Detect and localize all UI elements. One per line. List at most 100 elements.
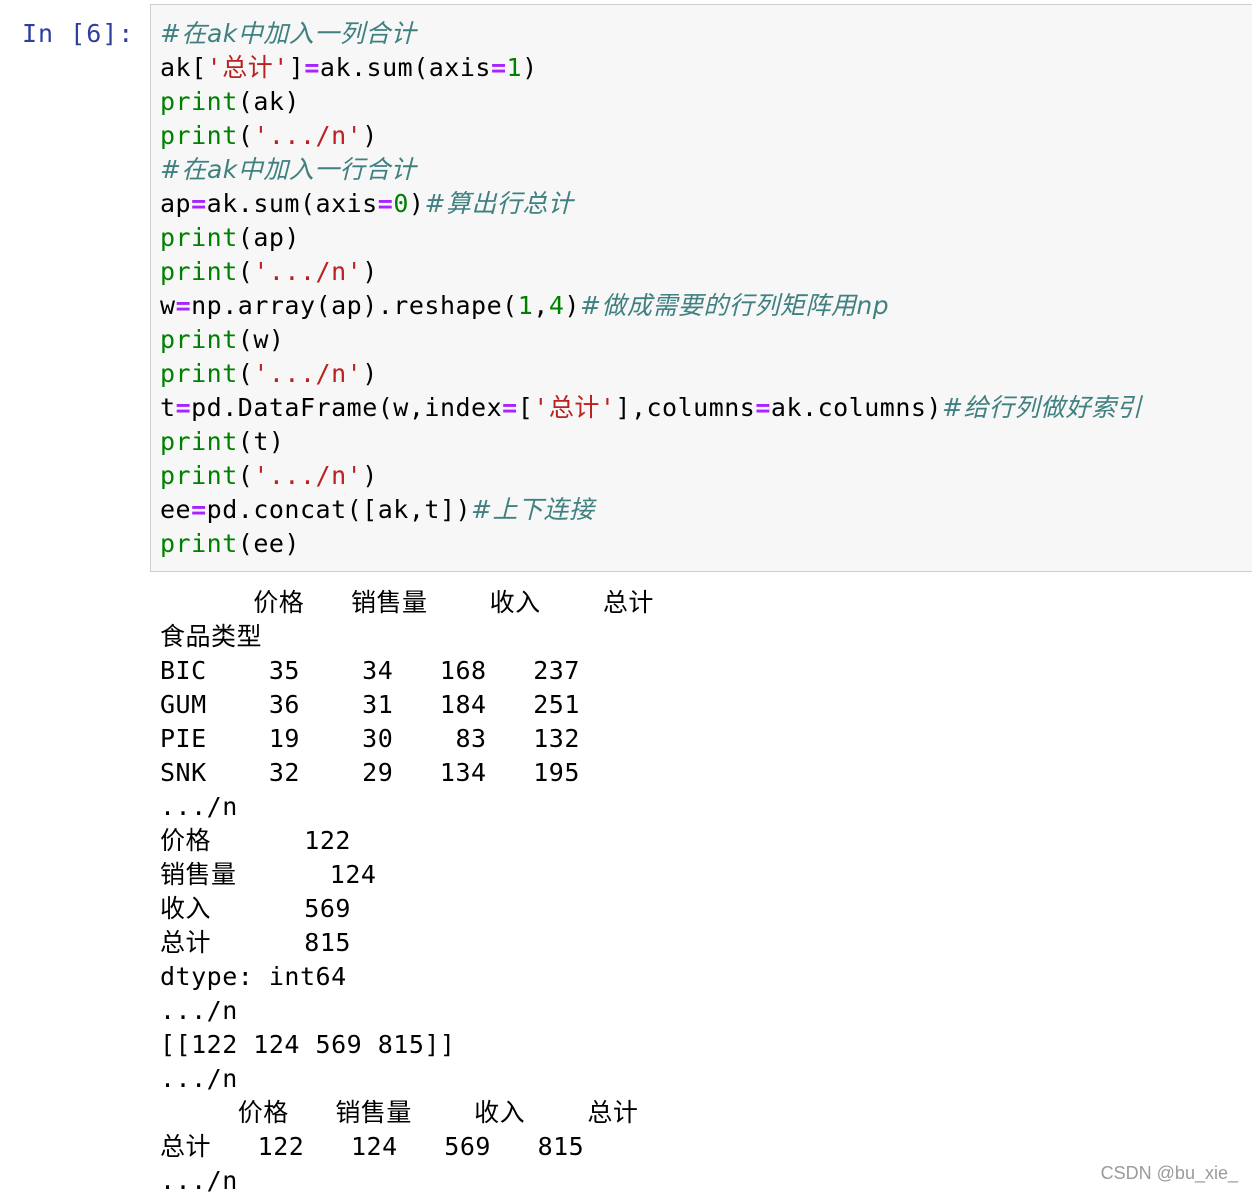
code-line: t=pd.DataFrame(w,index=['总计'],columns=ak… <box>160 391 1142 425</box>
output-line: 价格 销售量 收入 总计 <box>160 588 654 617</box>
code-editor[interactable]: #在ak中加入一列合计 ak['总计']=ak.sum(axis=1) print(… <box>160 17 1142 561</box>
code-line: #在ak中加入一列合计 <box>160 17 1142 51</box>
code-token: ( <box>237 257 254 286</box>
code-token: print <box>160 223 238 252</box>
code-token: = <box>175 291 192 320</box>
code-line: ee=pd.concat([ak,t])#上下连接 <box>160 493 1142 527</box>
code-line: print('.../n') <box>160 357 1142 391</box>
code-token: print <box>160 359 238 388</box>
code-token: pd.DataFrame(w,index <box>191 393 503 422</box>
code-token: ( <box>237 121 254 150</box>
code-token: np.array(ap).reshape( <box>191 291 518 320</box>
code-token: = <box>191 495 207 524</box>
code-token: #在ak中加入一列合计 <box>160 19 417 48</box>
code-token: print <box>160 529 238 558</box>
output-line: 食品类型 <box>160 622 263 651</box>
code-token: [ <box>517 393 534 422</box>
code-token: #在ak中加入一行合计 <box>160 155 417 184</box>
code-token: ) <box>362 359 378 388</box>
code-token: print <box>160 121 238 150</box>
output-line: .../n <box>160 1064 238 1093</box>
code-token: 4 <box>548 291 565 320</box>
code-token: ap <box>160 189 192 218</box>
code-token: 1 <box>506 53 523 82</box>
code-token: '总计' <box>206 53 289 82</box>
code-token: (ak) <box>237 87 300 116</box>
code-token: , <box>533 291 549 320</box>
code-token: = <box>304 53 320 82</box>
code-token: pd.concat([ak,t]) <box>206 495 472 524</box>
code-token: ak.sum(axis <box>319 53 491 82</box>
code-token: ] <box>288 53 305 82</box>
code-line: print('.../n') <box>160 459 1142 493</box>
code-token: ak[ <box>160 53 207 82</box>
code-token: '.../n' <box>253 461 363 490</box>
code-token: = <box>755 393 771 422</box>
code-token: ee <box>160 495 192 524</box>
code-token: ( <box>237 461 254 490</box>
output-line: 收入 569 <box>160 894 351 923</box>
code-token: ak.sum(axis <box>206 189 378 218</box>
code-token: #做成需要的行列矩阵用np <box>579 291 890 320</box>
code-token: print <box>160 325 238 354</box>
code-line: ak['总计']=ak.sum(axis=1) <box>160 51 1142 85</box>
code-token: (w) <box>237 325 285 354</box>
code-token: #给行列做好索引 <box>942 393 1142 422</box>
output-line: 销售量 124 <box>160 860 377 889</box>
code-line: #在ak中加入一行合计 <box>160 153 1142 187</box>
output-line: 总计 122 124 569 815 <box>160 1132 585 1161</box>
code-token: print <box>160 87 238 116</box>
output-line: dtype: int64 <box>160 962 347 991</box>
code-token: = <box>175 393 192 422</box>
code-token: = <box>490 53 507 82</box>
code-token: = <box>191 189 207 218</box>
output-line: GUM 36 31 184 251 <box>160 690 580 719</box>
code-token: #上下连接 <box>471 495 595 524</box>
code-token: ( <box>237 359 254 388</box>
output-line: 价格 销售量 收入 总计 <box>160 1098 639 1127</box>
output-line: .../n <box>160 1166 238 1195</box>
code-line: w=np.array(ap).reshape(1,4)#做成需要的行列矩阵用np <box>160 289 1142 323</box>
output-line: SNK 32 29 134 195 <box>160 758 580 787</box>
code-token: ) <box>362 121 378 150</box>
output-line: [[122 124 569 815]] <box>160 1030 456 1059</box>
code-token: '.../n' <box>253 121 363 150</box>
code-token: ) <box>362 257 378 286</box>
code-token: = <box>502 393 518 422</box>
code-token: ) <box>362 461 378 490</box>
code-line: print(ap) <box>160 221 1142 255</box>
output-line: 总计 815 <box>160 928 351 957</box>
code-input-area[interactable]: #在ak中加入一列合计 ak['总计']=ak.sum(axis=1) print(… <box>150 4 1252 572</box>
code-token: ) <box>522 53 538 82</box>
code-token: '.../n' <box>253 257 363 286</box>
code-line: print(ee) <box>160 527 1142 561</box>
code-token: ],columns <box>615 393 756 422</box>
code-line: print(t) <box>160 425 1142 459</box>
code-token: (t) <box>237 427 285 456</box>
code-line: print(w) <box>160 323 1142 357</box>
code-token: print <box>160 427 238 456</box>
code-token: ) <box>564 291 580 320</box>
code-token: print <box>160 257 238 286</box>
output-line: BIC 35 34 168 237 <box>160 656 580 685</box>
code-line: print('.../n') <box>160 119 1142 153</box>
code-line: print('.../n') <box>160 255 1142 289</box>
code-line: ap=ak.sum(axis=0)#算出行总计 <box>160 187 1142 221</box>
code-token: (ap) <box>237 223 300 252</box>
code-token: '.../n' <box>253 359 363 388</box>
output-line: .../n <box>160 996 238 1025</box>
code-token: (ee) <box>237 529 300 558</box>
code-token: ak.columns) <box>770 393 942 422</box>
code-line: print(ak) <box>160 85 1142 119</box>
output-line: PIE 19 30 83 132 <box>160 724 580 753</box>
code-token: ) <box>408 189 425 218</box>
output-line: .../n <box>160 792 238 821</box>
watermark: CSDN @bu_xie_ <box>1100 1163 1238 1183</box>
code-token: w <box>160 291 176 320</box>
code-token: 0 <box>393 189 409 218</box>
cell-prompt: In [6]: <box>22 19 135 48</box>
code-token: = <box>377 189 394 218</box>
code-token: '总计' <box>533 393 616 422</box>
code-token: 1 <box>517 291 534 320</box>
code-token: print <box>160 461 238 490</box>
